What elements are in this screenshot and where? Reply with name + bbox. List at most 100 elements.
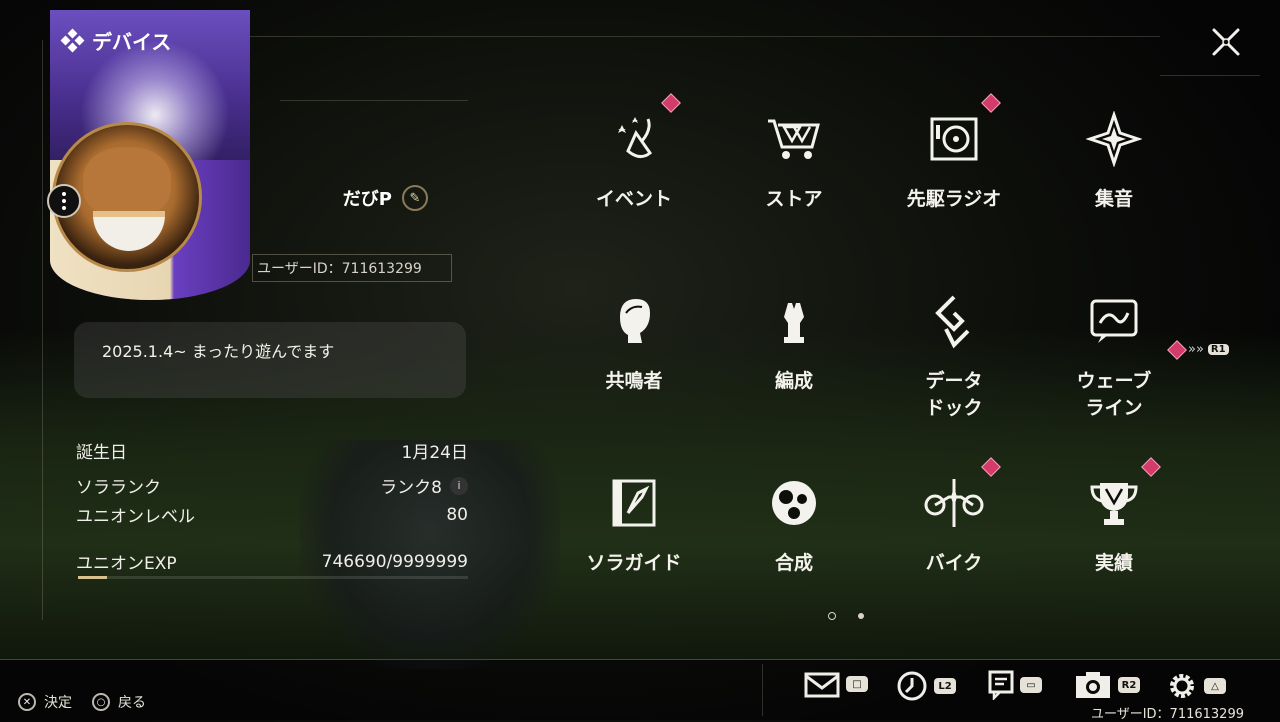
exp-progress-fill [78,576,108,579]
settings-icon [1170,674,1194,698]
notes-icon [988,670,1014,700]
synthesis-icon [763,472,825,534]
stat-union-level: ユニオンレベル 80 [76,500,468,529]
frame-right-line [1160,75,1260,76]
edit-name-icon[interactable]: ✎ [402,185,428,211]
radio-icon [923,108,985,170]
menu-grid: イベント ストア 先駆ラジオ 集音 共鳴者 編成 データ ドック ウェーブ ライ… [554,88,1194,608]
menu-item-sora-guide[interactable]: ソラガイド [554,452,714,634]
bottom-divider [0,659,1280,660]
settings-shortcut[interactable]: △ [1166,670,1226,702]
stats-list: 誕生日 1月24日 ソラランク ランク8 i ユニオンレベル 80 ユニオンEX… [76,436,468,576]
menu-item-label: イベント [595,188,672,210]
profile-menu-button[interactable] [47,184,81,218]
menu-item-label: 先駆ラジオ [906,188,1002,210]
username-row: だびP ✎ [343,185,428,211]
stat-label: ユニオンEXP [76,554,177,574]
stat-label: ユニオンレベル [76,507,195,527]
waveline-icon [1083,290,1145,352]
camera-icon [1076,672,1110,698]
bottom-vertical-divider [762,664,763,716]
page-dot-active[interactable] [828,612,836,620]
r1-button-tag: R1 [1207,344,1229,355]
stat-sora-rank: ソラランク ランク8 i [76,471,468,500]
stat-value: 80 [446,504,468,525]
stat-union-exp: ユニオンEXP 746690/9999999 [76,547,468,576]
stat-value: ランク8 [380,478,442,498]
mail-icon [804,672,840,698]
circle-button-icon: ○ [92,693,110,711]
stat-value: 1月24日 [401,443,468,463]
menu-item-label: 共鳴者 [605,370,663,392]
triangle-button-tag: △ [1204,678,1226,694]
avatar-cup [93,211,165,251]
stat-label: ソラランク [76,478,161,498]
menu-item-label: バイク [925,552,983,574]
guide-book-icon [603,472,665,534]
cross-button-icon: ✕ [18,693,36,711]
bio-box[interactable]: 2025.1.4~ まったり遊んでます [74,322,466,398]
menu-item-radio[interactable]: 先駆ラジオ [874,88,1034,270]
back-label: 戻る [118,695,146,711]
menu-item-label: ソラガイド [586,552,682,574]
next-page-button[interactable]: »» R1 [1167,339,1229,360]
menu-item-data-dock[interactable]: データ ドック [874,270,1034,452]
page-indicator [828,612,864,620]
store-cart-icon [763,108,825,170]
bio-text: 2025.1.4~ まったり遊んでます [102,342,335,361]
camera-shortcut[interactable]: R2 [1074,670,1140,700]
menu-item-sound-collect[interactable]: 集音 [1034,88,1194,270]
alert-badge [1167,339,1187,360]
menu-item-label: 合成 [774,552,813,574]
menu-item-label: ストア [765,188,823,210]
notes-shortcut[interactable]: ▭ [988,670,1042,700]
menu-item-event[interactable]: イベント [554,88,714,270]
clock-shortcut[interactable]: L2 [896,670,956,702]
clock-icon [897,671,927,701]
menu-item-synthesis[interactable]: 合成 [714,452,874,634]
close-button[interactable] [1204,20,1248,64]
menu-item-formation[interactable]: 編成 [714,270,874,452]
stat-value: 746690/9999999 [321,551,468,572]
confirm-hint[interactable]: ✕ 決定 [18,692,72,712]
confirm-label: 決定 [44,695,72,711]
square-button-tag: □ [846,676,868,692]
info-icon[interactable]: i [450,476,468,495]
frame-left-line [42,40,43,620]
formation-chess-icon [763,290,825,352]
avatar-capybara [83,147,171,217]
username: だびP [342,189,392,210]
page-title-text: デバイス [92,30,172,54]
menu-item-label: 編成 [774,370,813,392]
page-dot[interactable] [858,613,864,619]
l2-button-tag: L2 [934,678,956,694]
menu-item-waveline[interactable]: ウェーブ ライン [1034,270,1194,452]
user-id-field: ユーザーID：711613299 [252,254,452,282]
menu-item-label: 集音 [1094,188,1133,210]
bike-icon [923,472,985,534]
r2-button-tag: R2 [1118,677,1140,693]
menu-item-bike[interactable]: バイク [874,452,1034,634]
mail-shortcut[interactable]: □ [804,670,868,698]
menu-item-achievements[interactable]: 実績 [1034,452,1194,634]
menu-item-label: 実績 [1094,552,1133,574]
close-icon [1212,28,1240,56]
exp-progress-bar [78,576,468,579]
trophy-icon [1083,472,1145,534]
menu-item-resonators[interactable]: 共鳴者 [554,270,714,452]
touchpad-button-tag: ▭ [1020,677,1042,693]
event-icon [603,108,665,170]
footer-user-id: ユーザーID：711613299 [1090,707,1244,722]
resonator-head-icon [603,290,665,352]
menu-item-label: ウェーブ ライン [1076,370,1152,419]
stat-label: 誕生日 [76,443,127,463]
back-hint[interactable]: ○ 戻る [92,692,146,712]
page-title: デバイス [60,26,172,55]
menu-item-label: データ ドック [925,370,983,419]
menu-item-store[interactable]: ストア [714,88,874,270]
compass-star-icon [1083,108,1145,170]
stat-birthday: 誕生日 1月24日 [76,436,468,465]
frame-divider-line [280,100,468,101]
double-chevron-icon: »» [1188,342,1204,357]
device-diamond-icon [60,28,85,52]
